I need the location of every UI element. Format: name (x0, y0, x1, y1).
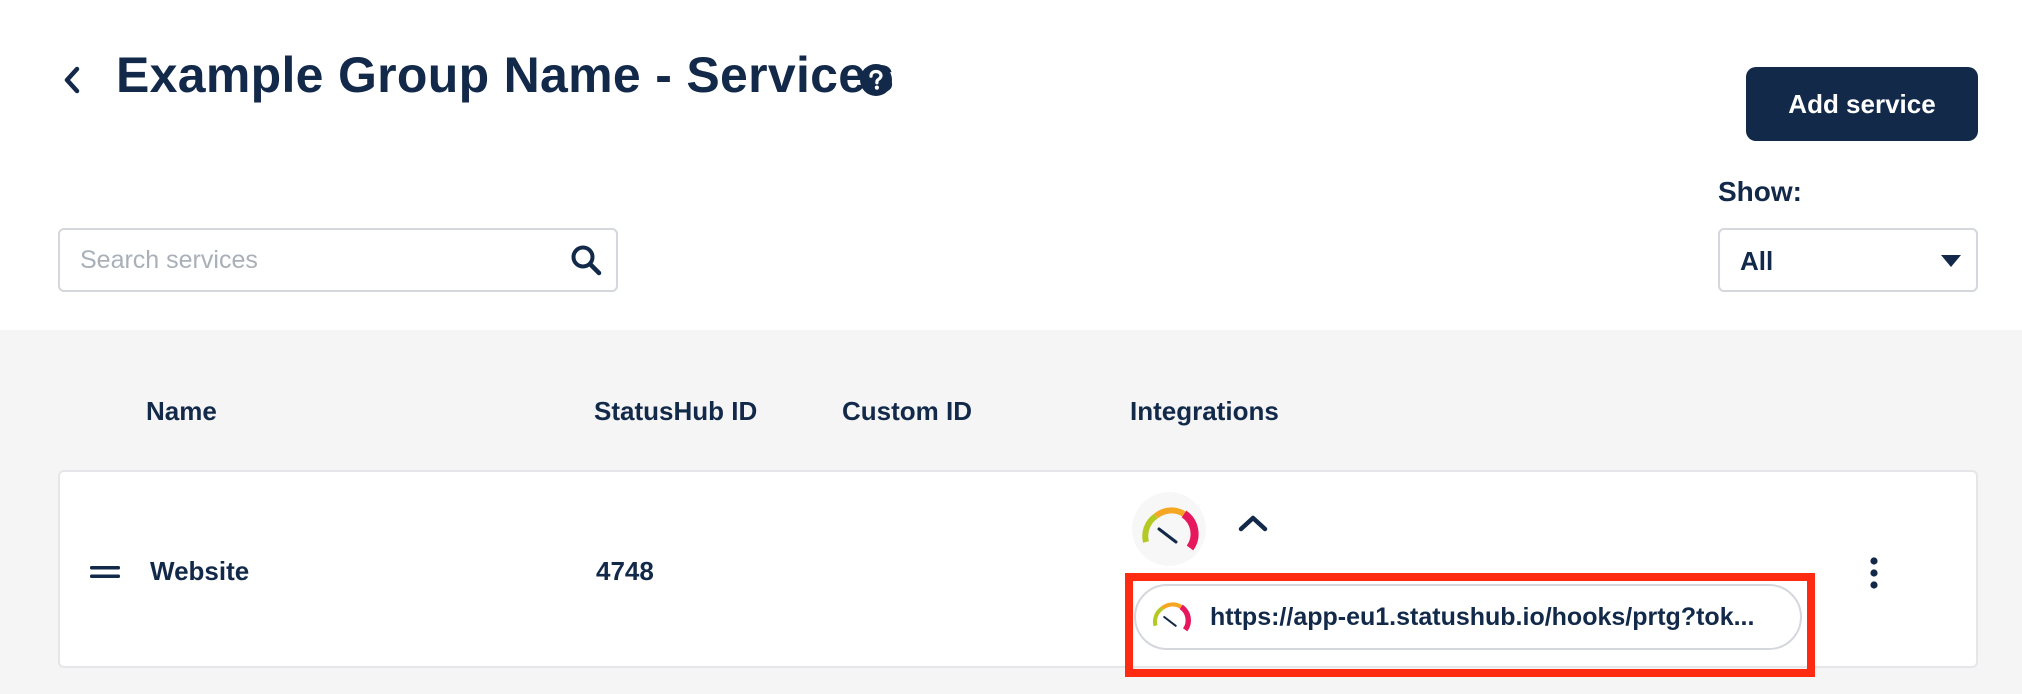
prtg-gauge-icon[interactable] (1132, 492, 1206, 566)
table-row: Website 4748 https://app-eu1.statushub.i… (58, 470, 1978, 677)
search-icon[interactable] (570, 244, 602, 276)
statushub-id: 4748 (596, 556, 654, 586)
add-service-button[interactable]: Add service (1746, 67, 1978, 141)
kebab-icon[interactable] (1866, 556, 1882, 590)
search-input[interactable] (80, 230, 550, 290)
page-title: Example Group Name - Services (116, 47, 895, 103)
back-button[interactable] (52, 56, 92, 104)
show-filter-label: Show: (1718, 176, 1802, 207)
show-filter-value: All (1740, 246, 1774, 276)
column-header-statushub-id: StatusHub ID (594, 396, 758, 426)
chevron-up-icon[interactable] (1236, 512, 1270, 534)
column-header-name: Name (146, 396, 217, 426)
column-header-integrations: Integrations (1130, 396, 1279, 426)
show-filter-select[interactable]: All (1718, 228, 1978, 292)
integration-url: https://app-eu1.statushub.io/hooks/prtg?… (1210, 602, 1755, 631)
chevron-left-icon (64, 66, 80, 94)
drag-handle-icon[interactable] (90, 564, 120, 580)
service-name: Website (150, 556, 250, 586)
caret-down-icon (1941, 255, 1961, 267)
services-table: Name StatusHub ID Custom ID Integrations… (0, 330, 2022, 694)
question-circle-icon[interactable] (859, 63, 893, 97)
search-field[interactable] (58, 228, 618, 292)
prtg-gauge-icon (1152, 602, 1191, 632)
column-header-custom-id: Custom ID (842, 396, 972, 426)
services-page: Example Group Name - Services Add servic… (0, 0, 2022, 694)
integration-url-pill[interactable]: https://app-eu1.statushub.io/hooks/prtg?… (1134, 584, 1802, 650)
